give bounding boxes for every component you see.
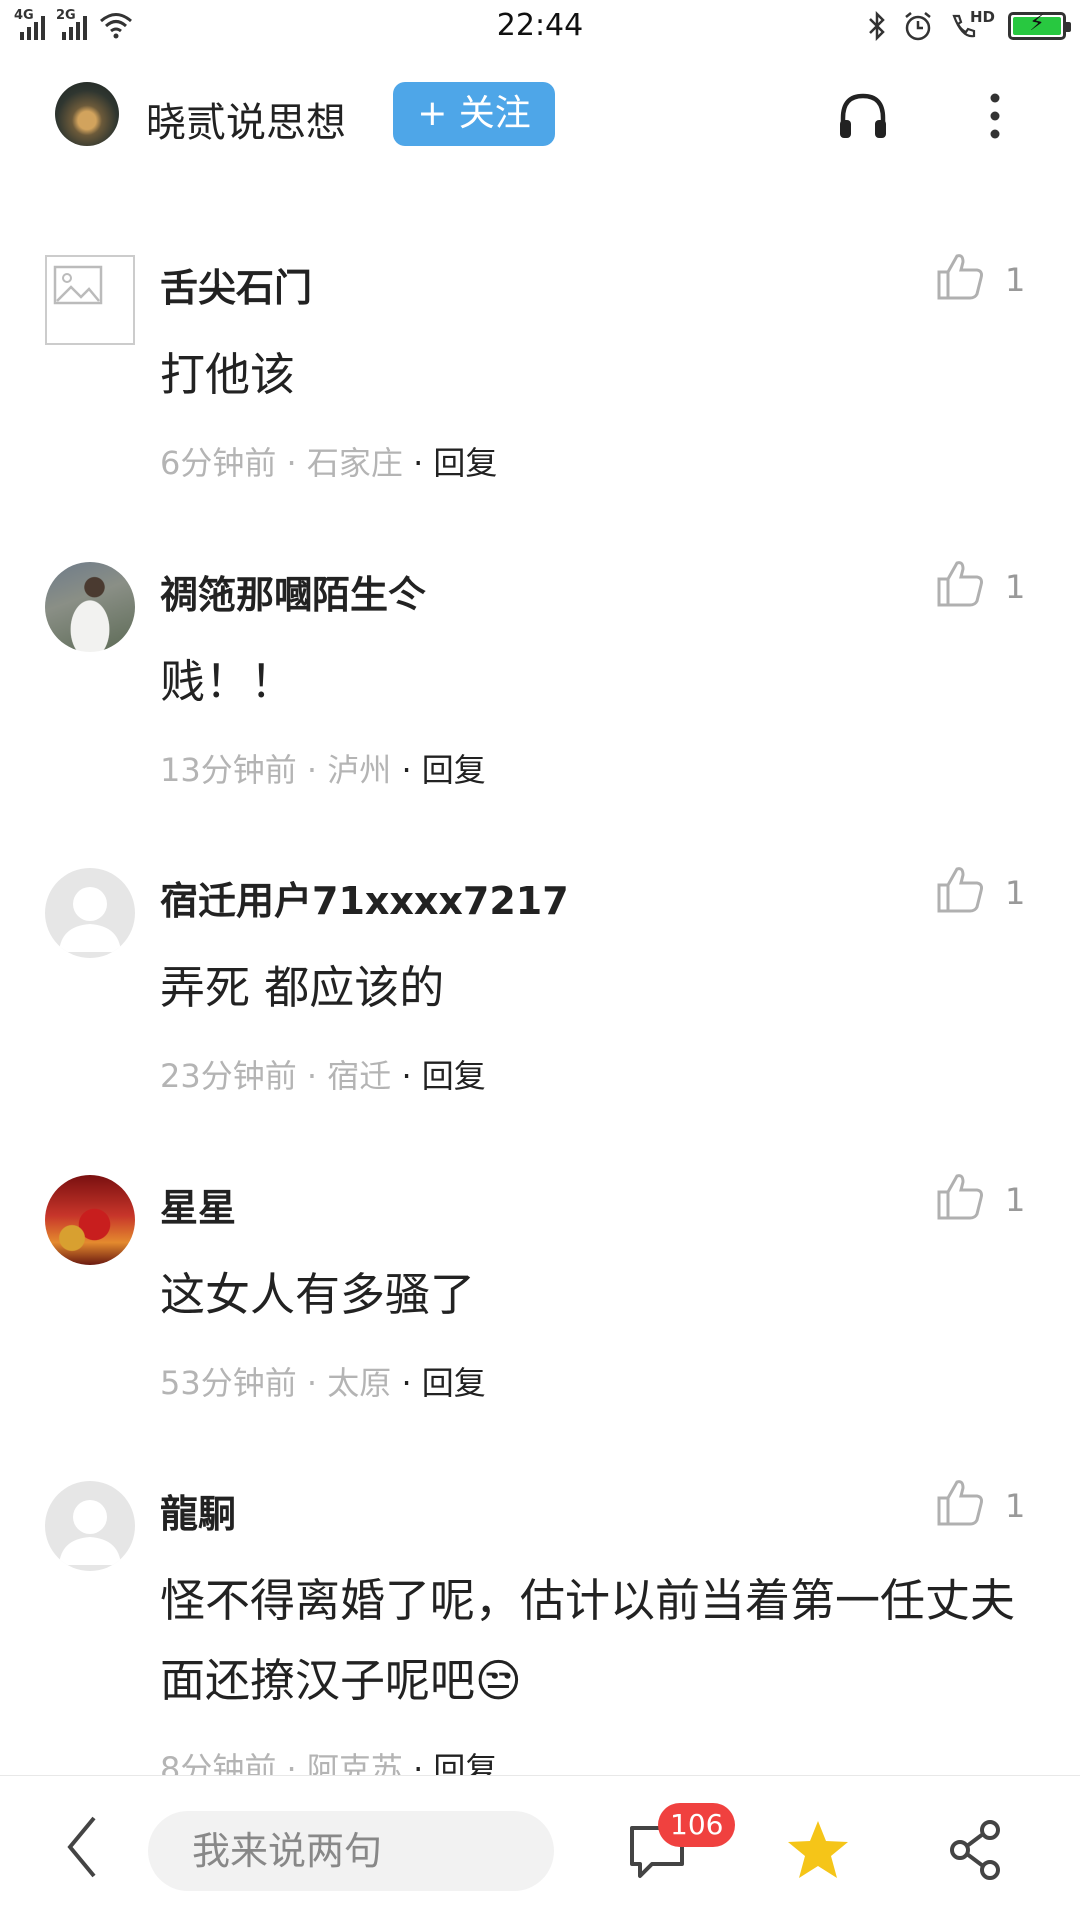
image-placeholder-icon[interactable] xyxy=(45,255,135,345)
alarm-icon xyxy=(905,12,931,41)
hd-label: HD xyxy=(970,8,996,26)
like-count: 1 xyxy=(1005,1181,1026,1219)
reply-button[interactable]: 回复 xyxy=(422,751,486,789)
comment-text: 贱！！ xyxy=(160,655,296,708)
comment-username[interactable]: 宿迁用户71xxxx7217 xyxy=(160,870,569,925)
reply-button[interactable]: 回复 xyxy=(433,444,497,482)
follow-button[interactable]: + 关注 xyxy=(393,82,555,146)
star-icon[interactable] xyxy=(785,1818,851,1884)
comment-location: 宿迁 xyxy=(327,1057,392,1095)
comment-location: 泸州 xyxy=(327,751,392,789)
bluetooth-icon xyxy=(869,11,885,41)
like-count: 1 xyxy=(1005,1487,1026,1525)
status-right: HD ⚡ xyxy=(866,8,1071,42)
thumbs-up-icon[interactable] xyxy=(935,863,987,915)
comment-text: 这女人有多骚了 xyxy=(160,1268,476,1321)
comment-location: 太原 xyxy=(327,1364,392,1402)
like-count: 1 xyxy=(1005,568,1026,606)
comment-username[interactable]: 龍駉 xyxy=(160,1483,236,1538)
default-user-icon[interactable] xyxy=(45,868,135,958)
thumbs-up-icon[interactable] xyxy=(935,1476,987,1528)
user-avatar[interactable] xyxy=(45,1175,135,1265)
comment-time: 23分钟前 xyxy=(160,1057,297,1095)
reply-button[interactable]: 回复 xyxy=(422,1364,486,1402)
default-user-icon[interactable] xyxy=(45,1481,135,1571)
comment-meta: 53分钟前 · 太原 · 回复 xyxy=(160,1364,486,1402)
back-icon[interactable] xyxy=(62,1812,102,1882)
hd-call-icon: HD xyxy=(948,8,996,42)
comment-meta: 13分钟前 · 泸州 · 回复 xyxy=(160,751,486,789)
comment-time: 53分钟前 xyxy=(160,1364,297,1402)
comment-text: 弄死 都应该的 xyxy=(160,961,445,1014)
thumbs-up-icon[interactable] xyxy=(935,557,987,609)
more-icon[interactable] xyxy=(980,88,1010,144)
thumbs-up-icon[interactable] xyxy=(935,250,987,302)
battery-charging-icon: ⚡ xyxy=(1008,11,1071,40)
comment-time: 13分钟前 xyxy=(160,751,297,789)
article-header: 晓贰说思想 + 关注 xyxy=(0,70,1080,160)
comment-meta: 23分钟前 · 宿迁 · 回复 xyxy=(160,1057,486,1095)
comment-username[interactable]: 禂筂那嘓陌生仒 xyxy=(160,564,426,619)
like-count: 1 xyxy=(1005,261,1026,299)
share-icon[interactable] xyxy=(948,1818,1006,1882)
status-bar: 4G 2G 22:44 HD ⚡ xyxy=(0,0,1080,58)
comment-input[interactable]: 我来说两句 xyxy=(148,1811,554,1891)
comment-text: 怪不得离婚了呢，估计以前当着第一任丈夫面还撩汉子呢吧😒 xyxy=(160,1574,1016,1707)
comment-text: 打他该 xyxy=(160,348,296,401)
comment-time: 6分钟前 xyxy=(160,444,277,482)
author-avatar[interactable] xyxy=(55,82,119,146)
comment-meta: 6分钟前 · 石家庄 · 回复 xyxy=(160,444,498,482)
user-avatar[interactable] xyxy=(45,562,135,652)
headphone-icon[interactable] xyxy=(835,88,891,144)
comment-count-badge: 106 xyxy=(658,1803,736,1847)
comment-location: 石家庄 xyxy=(306,444,403,482)
author-name[interactable]: 晓贰说思想 xyxy=(146,90,346,148)
comment-username[interactable]: 舌尖石门 xyxy=(160,257,312,312)
comment-username[interactable]: 星星 xyxy=(160,1177,236,1232)
bottom-toolbar: 我来说两句 106 xyxy=(0,1775,1080,1920)
reply-button[interactable]: 回复 xyxy=(422,1057,486,1095)
like-count: 1 xyxy=(1005,874,1026,912)
thumbs-up-icon[interactable] xyxy=(935,1170,987,1222)
